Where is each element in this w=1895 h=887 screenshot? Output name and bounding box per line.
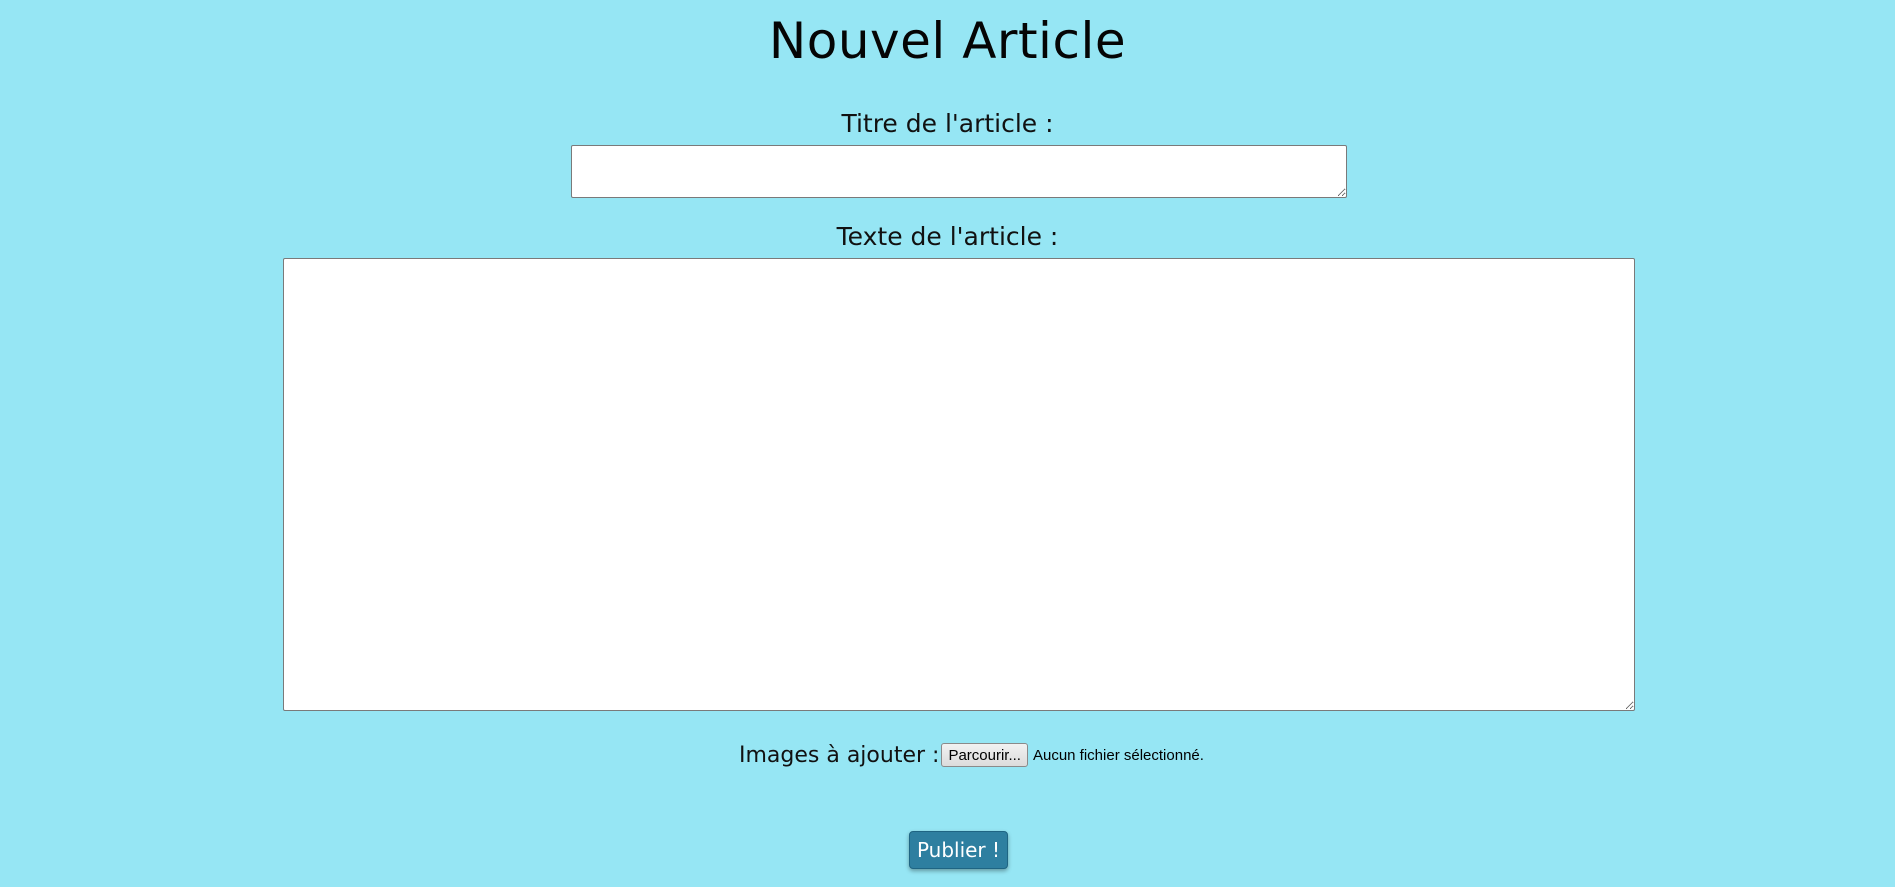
page-title: Nouvel Article xyxy=(768,12,1127,70)
publish-button[interactable]: Publier ! xyxy=(909,831,1008,869)
article-text-input[interactable] xyxy=(283,258,1635,711)
browse-button[interactable]: Parcourir... xyxy=(941,743,1028,767)
article-title-label: Titre de l'article : xyxy=(841,109,1054,138)
images-label: Images à ajouter : xyxy=(739,742,940,768)
article-text-label: Texte de l'article : xyxy=(836,222,1059,251)
article-title-input[interactable] xyxy=(571,145,1347,198)
image-upload-row: Images à ajouter : Parcourir... Aucun fi… xyxy=(739,740,1204,770)
file-status-text: Aucun fichier sélectionné. xyxy=(1032,746,1204,764)
